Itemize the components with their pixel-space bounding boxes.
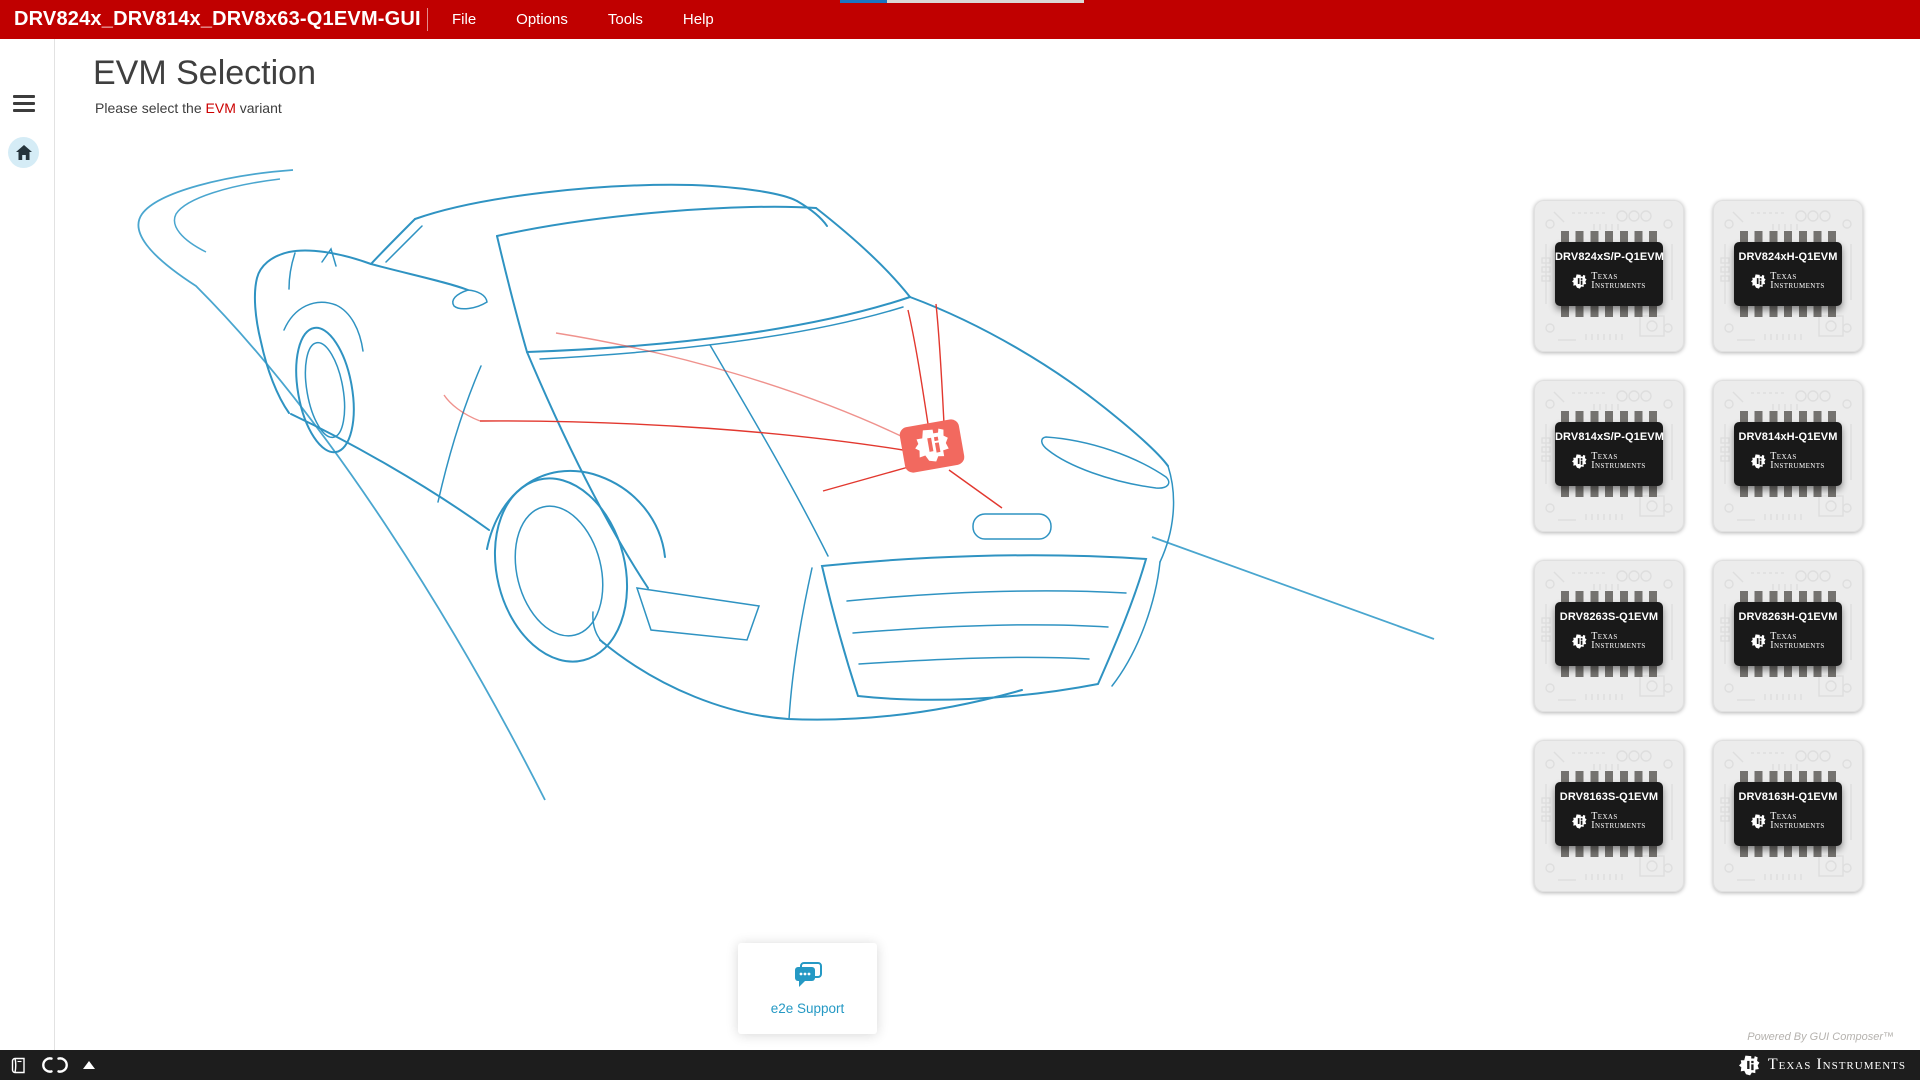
menubar: File Options Tools Help [452, 0, 714, 39]
powered-by-text: Powered By GUI Composer™ [1747, 1031, 1894, 1043]
ti-logo: Texas Instruments [1555, 632, 1663, 650]
ti-bug-icon [1572, 814, 1587, 829]
evm-card-label: DRV814xH-Q1EVM [1734, 431, 1842, 443]
page-subtitle: Please select the EVM variant [95, 100, 282, 116]
evm-card[interactable]: DRV824xS/P-Q1EVM Texas Instruments [1534, 200, 1684, 352]
chip-body: DRV8163S-Q1EVM Texas Instruments [1555, 782, 1663, 846]
ti-bug-icon [1572, 454, 1587, 469]
evm-card-label: DRV8163S-Q1EVM [1555, 791, 1663, 803]
evm-card-grid: DRV824xS/P-Q1EVM Texas Instruments [1534, 200, 1863, 892]
page-title: EVM Selection [93, 54, 316, 93]
ti-logo: Texas Instruments [1734, 812, 1842, 830]
evm-card[interactable]: DRV8163S-Q1EVM Texas Instruments [1534, 740, 1684, 892]
main-content: EVM Selection Please select the EVM vari… [56, 39, 1920, 1050]
chat-bubbles-icon [793, 962, 823, 988]
ti-bug-icon [1751, 634, 1766, 649]
subtitle-suffix: variant [236, 100, 282, 116]
app-title: DRV824x_DRV814x_DRV8x63-Q1EVM-GUI [14, 0, 421, 39]
road-lines [138, 170, 1434, 800]
evm-card[interactable]: DRV814xH-Q1EVM Texas Instruments [1713, 380, 1863, 532]
ti-bug-icon [1751, 454, 1766, 469]
evm-card[interactable]: DRV824xH-Q1EVM Texas Instruments [1713, 200, 1863, 352]
ti-logo: Texas Instruments [1734, 452, 1842, 470]
log-book-icon[interactable] [10, 1057, 27, 1074]
ti-logo: Texas Instruments [1734, 632, 1842, 650]
top-progress-strip-blue [840, 0, 887, 3]
chip-body: DRV814xS/P-Q1EVM Texas Instruments [1555, 422, 1663, 486]
ti-logo-text: Texas Instruments [1591, 452, 1645, 470]
statusbar-brand: Texas Instruments [1739, 1055, 1920, 1076]
chip-body: DRV814xH-Q1EVM Texas Instruments [1734, 422, 1842, 486]
ti-logo-text: Texas Instruments [1770, 812, 1824, 830]
ti-bug-icon [1739, 1055, 1760, 1076]
menu-file[interactable]: File [452, 11, 476, 28]
evm-card[interactable]: DRV8263S-Q1EVM Texas Instruments [1534, 560, 1684, 712]
application-window: DRV824x_DRV814x_DRV8x63-Q1EVM-GUI File O… [0, 0, 1920, 1080]
titlebar: DRV824x_DRV814x_DRV8x63-Q1EVM-GUI File O… [0, 0, 1920, 39]
ti-bug-icon [1572, 634, 1587, 649]
evm-card[interactable]: DRV8263H-Q1EVM Texas Instruments [1713, 560, 1863, 712]
evm-card-label: DRV8163H-Q1EVM [1734, 791, 1842, 803]
sidebar [0, 39, 55, 1050]
ti-logo: Texas Instruments [1734, 272, 1842, 290]
evm-card-label: DRV814xS/P-Q1EVM [1555, 431, 1663, 443]
ti-logo: Texas Instruments [1555, 272, 1663, 290]
red-wire-lines [444, 304, 1002, 508]
menu-tools[interactable]: Tools [608, 11, 643, 28]
ti-logo-text: Texas Instruments [1770, 452, 1824, 470]
top-progress-strip-light [887, 0, 1084, 3]
home-icon [16, 145, 32, 160]
evm-card-label: DRV8263H-Q1EVM [1734, 611, 1842, 623]
ti-logo-text: Texas Instruments [1770, 632, 1824, 650]
home-button[interactable] [8, 137, 39, 168]
evm-card[interactable]: DRV8163H-Q1EVM Texas Instruments [1713, 740, 1863, 892]
e2e-support-label: e2e Support [771, 1001, 845, 1016]
ti-logo: Texas Instruments [1555, 452, 1663, 470]
menu-help[interactable]: Help [683, 11, 714, 28]
e2e-support-card[interactable]: e2e Support [738, 943, 877, 1034]
statusbar-left [0, 1057, 95, 1074]
statusbar: Texas Instruments [0, 1050, 1920, 1080]
expand-triangle-up-icon[interactable] [83, 1061, 95, 1069]
ti-logo-text: Texas Instruments [1591, 812, 1645, 830]
evm-card[interactable]: DRV814xS/P-Q1EVM Texas Instruments [1534, 380, 1684, 532]
ti-logo-text: Texas Instruments [1591, 272, 1645, 290]
ti-logo: Texas Instruments [1555, 812, 1663, 830]
ti-bug-icon [1572, 274, 1587, 289]
chip-body: DRV824xH-Q1EVM Texas Instruments [1734, 242, 1842, 306]
menu-options[interactable]: Options [516, 11, 568, 28]
chip-body: DRV8263S-Q1EVM Texas Instruments [1555, 602, 1663, 666]
chip-body: DRV8163H-Q1EVM Texas Instruments [1734, 782, 1842, 846]
evm-card-label: DRV824xS/P-Q1EVM [1555, 251, 1663, 263]
ti-badge [898, 418, 965, 474]
footer-brand-text: Texas Instruments [1768, 1056, 1906, 1074]
chip-body: DRV8263H-Q1EVM Texas Instruments [1734, 602, 1842, 666]
ti-bug-icon [1751, 814, 1766, 829]
evm-card-label: DRV824xH-Q1EVM [1734, 251, 1842, 263]
evm-card-label: DRV8263S-Q1EVM [1555, 611, 1663, 623]
car-body-lines [255, 185, 1174, 720]
connect-arcs-icon[interactable] [42, 1057, 68, 1073]
ti-logo-text: Texas Instruments [1770, 272, 1824, 290]
chip-body: DRV824xS/P-Q1EVM Texas Instruments [1555, 242, 1663, 306]
subtitle-prefix: Please select the [95, 100, 206, 116]
hamburger-menu-icon[interactable] [13, 95, 37, 112]
ti-logo-text: Texas Instruments [1591, 632, 1645, 650]
menu-separator [427, 8, 428, 31]
ti-bug-icon [1751, 274, 1766, 289]
subtitle-evm-highlight: EVM [206, 100, 236, 116]
